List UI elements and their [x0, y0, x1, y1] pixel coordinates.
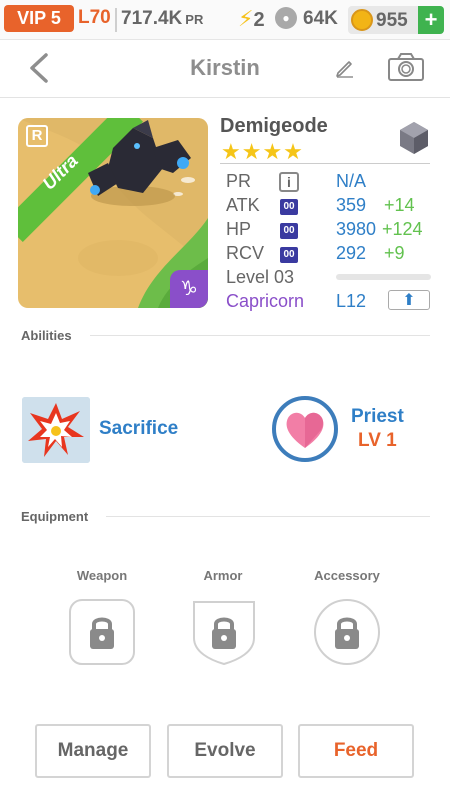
player-level: L70	[78, 7, 111, 28]
explosion-icon	[22, 397, 90, 463]
atk-stat-value: 359	[336, 195, 367, 215]
player-power-rating: 717.4K PR	[121, 8, 203, 30]
abilities-divider	[90, 335, 430, 336]
accessory-slot-locked[interactable]	[313, 598, 381, 666]
hp-stat-bonus: +124	[382, 219, 423, 239]
stats-divider	[220, 163, 430, 164]
heart-icon	[286, 412, 324, 448]
rcv-potential-badge: 00	[280, 247, 298, 263]
energy-counter[interactable]: ⚡2	[238, 6, 265, 32]
armor-slot-label: Armor	[203, 568, 243, 583]
lightning-icon: ⚡	[238, 6, 254, 31]
energy-value: 2	[253, 9, 265, 31]
rcv-stat-bonus: +9	[384, 243, 405, 263]
pr-stat-label: PR	[226, 171, 252, 191]
hp-stat-value: 3980	[336, 219, 377, 239]
pr-value: 717.4K	[121, 8, 183, 29]
weapon-slot-label: Weapon	[76, 568, 128, 583]
accessory-slot-label: Accessory	[314, 568, 380, 583]
star-rating: ★★★★	[221, 139, 304, 164]
vip-badge[interactable]: VIP 5	[4, 5, 74, 32]
monster-species-name: Demigeode	[220, 115, 328, 137]
pr-label: PR	[185, 12, 204, 27]
hp-potential-badge: 00	[280, 223, 298, 239]
level-progress-bar	[336, 274, 431, 280]
zodiac-sign-name: Capricorn	[226, 291, 305, 311]
class-level: LV 1	[358, 430, 397, 451]
equipment-heading: Equipment	[21, 509, 89, 524]
coin-icon	[351, 9, 373, 31]
rcv-stat-value: 292	[336, 243, 367, 263]
atk-stat-label: ATK	[226, 195, 260, 215]
paw-value: 64K	[303, 8, 338, 29]
weapon-slot-locked[interactable]	[68, 598, 136, 666]
equipment-divider	[106, 516, 430, 517]
capricorn-sign-icon: ♑	[170, 270, 208, 308]
page-title: Kirstin	[190, 55, 260, 80]
class-name: Priest	[351, 406, 404, 427]
header: Kirstin	[0, 40, 450, 98]
monster-portrait[interactable]: Ultra R ♑	[18, 118, 208, 308]
add-coins-button[interactable]: +	[418, 6, 444, 34]
priest-class-icon[interactable]	[272, 396, 338, 462]
sacrifice-skill-icon[interactable]	[22, 397, 90, 463]
rcv-stat-label: RCV	[226, 243, 265, 263]
atk-potential-badge: 00	[280, 199, 298, 215]
armor-slot-locked[interactable]	[190, 598, 258, 666]
atk-stat-bonus: +14	[384, 195, 415, 215]
evolve-button[interactable]: Evolve	[167, 724, 283, 778]
upgrade-sign-button[interactable]	[388, 290, 430, 310]
monster-sprite	[88, 120, 191, 206]
pr-stat-value: N/A	[336, 171, 367, 191]
hp-stat-label: HP	[226, 219, 252, 239]
edit-pencil-icon[interactable]	[334, 56, 356, 78]
feed-button[interactable]: Feed	[298, 724, 414, 778]
rock-element-icon	[400, 122, 428, 154]
abilities-heading: Abilities	[21, 328, 72, 343]
monster-level-label: Level 03	[226, 267, 295, 287]
coin-value: 955	[376, 10, 408, 31]
info-icon[interactable]: i	[279, 172, 299, 192]
zodiac-sign-level: L12	[336, 291, 367, 311]
skill-name[interactable]: Sacrifice	[99, 418, 178, 440]
status-bar: VIP 5 L70 717.4K PR ⚡2 ● 64K 955 +	[0, 0, 450, 40]
camera-icon[interactable]	[387, 52, 425, 82]
manage-button[interactable]: Manage	[35, 724, 151, 778]
divider	[115, 8, 117, 32]
rank-badge: R	[26, 125, 48, 147]
coin-counter: 955 +	[348, 6, 444, 34]
paw-icon: ●	[275, 7, 297, 29]
